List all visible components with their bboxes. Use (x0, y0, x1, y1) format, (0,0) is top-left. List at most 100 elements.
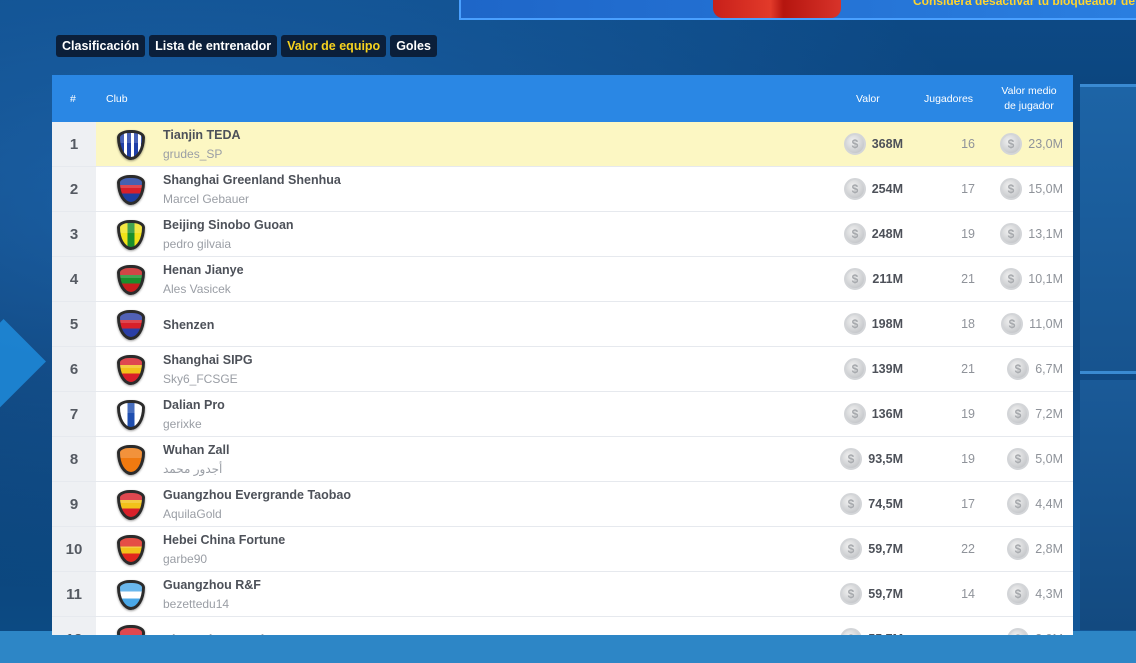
rank-cell: 6 (52, 347, 96, 391)
row-content: Wuhan Zall أجدور محمد 93,5M $19 5,0M $ (96, 437, 1073, 481)
table-header: # Club Valor Jugadores Valor medio de ju… (52, 75, 1073, 122)
table-row[interactable]: 9 Guangzhou Evergrande Taobao AquilaGold 74… (52, 482, 1073, 527)
header-rank[interactable]: # (70, 93, 76, 105)
manager-name[interactable]: bezettedu14 (163, 597, 229, 611)
row-content: Tianjin TEDA grudes_SP 368M $16 23,0M $ (96, 122, 1073, 166)
manager-name[interactable]: pedro gilvaia (163, 237, 231, 251)
tab-goles[interactable]: Goles (390, 35, 437, 57)
manager-name[interactable]: Marcel Gebauer (163, 192, 249, 206)
tab-clasificacion[interactable]: Clasificación (56, 35, 146, 57)
club-crest-icon (117, 355, 145, 385)
coin-icon: $ (1007, 493, 1029, 515)
club-crest-icon (117, 535, 145, 565)
table-row[interactable]: 1 Tianjin TEDA grudes_SP 368M $16 23,0M $ (52, 122, 1073, 167)
club-name-link[interactable]: Changchun Yatai (163, 633, 264, 635)
club-name-link[interactable]: Beijing Sinobo Guoan (163, 218, 294, 232)
avg-player-value: 4,3M (1035, 587, 1063, 601)
table-row[interactable]: 4 Henan Jianye Ales Vasicek 211M $21 10,1M $ (52, 257, 1073, 302)
coin-icon: $ (844, 268, 866, 290)
coin-icon: $ (1000, 178, 1022, 200)
team-value: 368M (871, 137, 903, 151)
table-row[interactable]: 11 Guangzhou R&F bezettedu14 59,7M $14 4,3M $ (52, 572, 1073, 617)
manager-name[interactable]: Ales Vasicek (163, 282, 231, 296)
rank-cell: 1 (52, 122, 96, 166)
avg-player-value: 2,8M (1035, 542, 1063, 556)
coin-icon: $ (1007, 583, 1029, 605)
player-count: 14 (961, 587, 975, 601)
header-valor-medio[interactable]: Valor medio de jugador (998, 84, 1060, 114)
club-crest-icon (117, 580, 145, 610)
avg-player-value: 11,0M (1029, 317, 1063, 331)
coin-icon: $ (840, 583, 862, 605)
manager-name[interactable]: grudes_SP (163, 147, 222, 161)
coin-icon: $ (840, 628, 862, 635)
team-value-table: # Club Valor Jugadores Valor medio de ju… (52, 75, 1073, 635)
team-value: 59,7M (868, 587, 903, 601)
club-crest-icon (117, 400, 145, 430)
coin-icon: $ (840, 448, 862, 470)
table-row[interactable]: 12 Changchun Yatai 55,7M $3,9M $ (52, 617, 1073, 635)
header-jugadores[interactable]: Jugadores (924, 93, 973, 105)
table-row[interactable]: 5 Shenzen 198M $18 11,0M $ (52, 302, 1073, 347)
club-name-link[interactable]: Guangzhou R&F (163, 578, 261, 592)
avg-player-value: 10,1M (1028, 272, 1063, 286)
header-club[interactable]: Club (106, 93, 128, 105)
rank-cell: 10 (52, 527, 96, 571)
club-crest-icon (117, 175, 145, 205)
club-name-link[interactable]: Wuhan Zall (163, 443, 229, 457)
rank-cell: 2 (52, 167, 96, 211)
manager-name[interactable]: أجدور محمد (163, 462, 222, 476)
club-name-link[interactable]: Dalian Pro (163, 398, 225, 412)
header-valor[interactable]: Valor (856, 93, 880, 105)
club-name-link[interactable]: Henan Jianye (163, 263, 244, 277)
team-value: 248M (871, 227, 903, 241)
banner-image (713, 0, 841, 18)
rank-cell: 4 (52, 257, 96, 301)
avg-player-value: 3,9M (1035, 632, 1063, 635)
club-crest-icon (117, 130, 145, 160)
manager-name[interactable]: AquilaGold (163, 507, 222, 521)
club-name-link[interactable]: Tianjin TEDA (163, 128, 241, 142)
player-count: 19 (961, 407, 975, 421)
manager-name[interactable]: garbe90 (163, 552, 207, 566)
club-crest-icon (117, 445, 145, 475)
avg-player-value: 15,0M (1028, 182, 1063, 196)
ad-banner[interactable]: Considera desactivar tu bloqueador de an (459, 0, 1136, 20)
club-name-link[interactable]: Shenzen (163, 318, 214, 332)
team-value: 254M (871, 182, 903, 196)
player-count: 22 (961, 542, 975, 556)
rank-cell: 12 (52, 617, 96, 635)
coin-icon: $ (844, 223, 866, 245)
club-name-link[interactable]: Shanghai SIPG (163, 353, 253, 367)
coin-icon: $ (844, 403, 866, 425)
club-name-link[interactable]: Hebei China Fortune (163, 533, 285, 547)
club-crest-icon (117, 625, 145, 635)
table-row[interactable]: 7 Dalian Pro gerixke 136M $19 7,2M $ (52, 392, 1073, 437)
table-row[interactable]: 2 Shanghai Greenland Shenhua Marcel Gebaue… (52, 167, 1073, 212)
tab-valor-equipo[interactable]: Valor de equipo (281, 35, 387, 57)
team-value: 59,7M (868, 542, 903, 556)
player-count: 19 (961, 452, 975, 466)
avg-player-value: 13,1M (1028, 227, 1063, 241)
manager-name[interactable]: gerixke (163, 417, 202, 431)
row-content: Shenzen 198M $18 11,0M $ (96, 302, 1073, 346)
rank-cell: 5 (52, 302, 96, 346)
team-value: 74,5M (868, 497, 903, 511)
avg-player-value: 7,2M (1035, 407, 1063, 421)
manager-name[interactable]: Sky6_FCSGE (163, 372, 238, 386)
rank-cell: 9 (52, 482, 96, 526)
tab-lista-entrenador[interactable]: Lista de entrenador (149, 35, 278, 57)
club-crest-icon (117, 265, 145, 295)
club-name-link[interactable]: Guangzhou Evergrande Taobao (163, 488, 351, 502)
table-row[interactable]: 8 Wuhan Zall أجدور محمد 93,5M $19 5,0M $ (52, 437, 1073, 482)
table-row[interactable]: 6 Shanghai SIPG Sky6_FCSGE 139M $21 6,7M $ (52, 347, 1073, 392)
table-row[interactable]: 3 Beijing Sinobo Guoan pedro gilvaia 248M $1… (52, 212, 1073, 257)
player-count: 17 (961, 182, 975, 196)
team-value: 55,7M (868, 632, 903, 635)
table-row[interactable]: 10 Hebei China Fortune garbe90 59,7M $22 2,8M… (52, 527, 1073, 572)
side-panel-lower (1080, 380, 1136, 630)
player-count: 18 (961, 317, 975, 331)
club-crest-icon (117, 310, 145, 340)
team-value: 139M (871, 362, 903, 376)
club-name-link[interactable]: Shanghai Greenland Shenhua (163, 173, 341, 187)
